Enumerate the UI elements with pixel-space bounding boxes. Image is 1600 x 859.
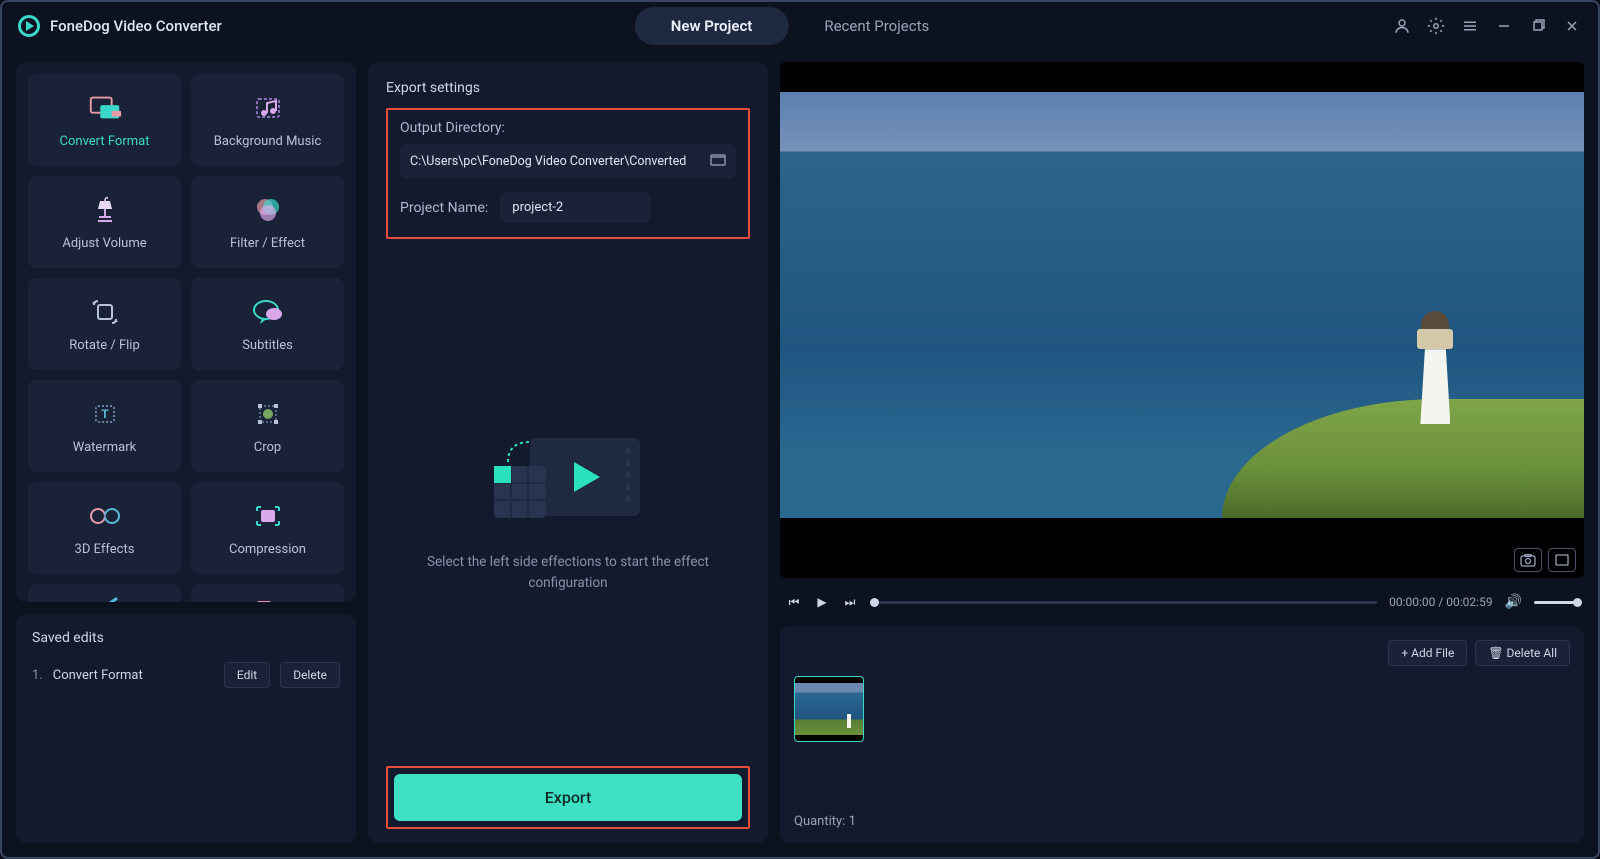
files-panel: + Add File 🗑 Delete All Quantity: 1: [780, 626, 1584, 843]
menu-icon[interactable]: [1460, 16, 1480, 36]
tool-convert-format[interactable]: Convert Format: [28, 74, 181, 166]
app-logo: FoneDog Video Converter: [18, 15, 222, 37]
output-directory-input[interactable]: [410, 154, 710, 169]
browse-folder-icon[interactable]: [710, 152, 726, 170]
project-name-input[interactable]: [500, 192, 650, 223]
filter-effect-icon: [250, 194, 286, 226]
saved-item-name: Convert Format: [53, 668, 214, 683]
background-music-icon: [250, 92, 286, 124]
placeholder-graphic: [478, 422, 658, 532]
export-highlight: Export: [386, 766, 750, 829]
watermark-icon: T: [87, 398, 123, 430]
svg-text:T: T: [101, 407, 109, 421]
tool-label: Compression: [229, 542, 306, 557]
close-button[interactable]: [1562, 16, 1582, 36]
3d-effects-icon: [87, 500, 123, 532]
tool-label: Crop: [254, 440, 281, 455]
saved-item-num: 1.: [32, 668, 43, 683]
tool-partial-1[interactable]: [28, 584, 181, 602]
delete-button[interactable]: Delete: [280, 662, 340, 688]
tool-filter-effect[interactable]: Filter / Effect: [191, 176, 344, 268]
tool-label: Adjust Volume: [62, 236, 146, 251]
user-icon[interactable]: [1392, 16, 1412, 36]
tool-partial-2[interactable]: [191, 584, 344, 602]
saved-edits-title: Saved edits: [32, 630, 340, 646]
rotate-flip-icon: [87, 296, 123, 328]
instruction-text: Select the left side effections to start…: [418, 552, 718, 593]
tool-3d-effects[interactable]: 3D Effects: [28, 482, 181, 574]
logo-icon: [18, 15, 40, 37]
fullscreen-icon[interactable]: [1548, 548, 1576, 572]
output-directory-label: Output Directory:: [400, 120, 736, 136]
partial-icon: [250, 592, 286, 602]
main-tabs: New Project Recent Projects: [635, 7, 965, 45]
add-file-button[interactable]: + Add File: [1388, 640, 1467, 666]
tool-adjust-volume[interactable]: Adjust Volume: [28, 176, 181, 268]
tool-label: Filter / Effect: [230, 236, 305, 251]
subtitles-icon: [250, 296, 286, 328]
adjust-volume-icon: [87, 194, 123, 226]
tool-label: 3D Effects: [75, 542, 135, 557]
saved-edits-panel: Saved edits 1. Convert Format Edit Delet…: [16, 614, 356, 843]
seek-bar[interactable]: [870, 601, 1377, 604]
tool-label: Subtitles: [242, 338, 293, 353]
partial-icon: [87, 592, 123, 602]
next-button[interactable]: ⏭: [842, 595, 858, 610]
crop-icon: [250, 398, 286, 430]
tool-subtitles[interactable]: Subtitles: [191, 278, 344, 370]
convert-format-icon: [87, 92, 123, 124]
volume-slider[interactable]: [1534, 601, 1578, 604]
volume-icon[interactable]: 🔊: [1505, 594, 1522, 610]
player-controls: ⏮ ▶ ⏭ 00:00:00 / 00:02:59 🔊: [780, 590, 1584, 614]
app-title: FoneDog Video Converter: [50, 17, 222, 35]
saved-edit-row: 1. Convert Format Edit Delete: [32, 662, 340, 688]
tab-new-project[interactable]: New Project: [635, 7, 789, 45]
file-thumbnail[interactable]: [794, 676, 864, 742]
screenshot-icon[interactable]: [1514, 548, 1542, 572]
export-settings-panel: Export settings Output Directory: Projec…: [368, 62, 768, 843]
export-settings-title: Export settings: [386, 80, 750, 96]
compression-icon: [250, 500, 286, 532]
tool-watermark[interactable]: T Watermark: [28, 380, 181, 472]
delete-all-button[interactable]: 🗑 Delete All: [1475, 640, 1570, 666]
tool-label: Background Music: [214, 134, 322, 149]
time-display: 00:00:00 / 00:02:59: [1389, 595, 1492, 609]
tool-crop[interactable]: Crop: [191, 380, 344, 472]
tool-label: Rotate / Flip: [69, 338, 140, 353]
tool-compression[interactable]: Compression: [191, 482, 344, 574]
export-button[interactable]: Export: [394, 774, 742, 821]
video-frame: [780, 92, 1584, 518]
center-illustration: Select the left side effections to start…: [386, 249, 750, 766]
output-settings-highlight: Output Directory: Project Name:: [386, 108, 750, 239]
quantity-label: Quantity: 1: [794, 814, 1570, 829]
tools-panel: Convert Format Background Music Adjust V…: [16, 62, 356, 602]
tool-background-music[interactable]: Background Music: [191, 74, 344, 166]
tab-recent-projects[interactable]: Recent Projects: [788, 7, 965, 45]
tool-label: Convert Format: [60, 134, 150, 149]
prev-button[interactable]: ⏮: [786, 595, 802, 610]
tool-rotate-flip[interactable]: Rotate / Flip: [28, 278, 181, 370]
minimize-button[interactable]: [1494, 16, 1514, 36]
play-button[interactable]: ▶: [814, 595, 830, 609]
edit-button[interactable]: Edit: [224, 662, 270, 688]
settings-icon[interactable]: [1426, 16, 1446, 36]
tool-label: Watermark: [73, 440, 136, 455]
video-preview[interactable]: [780, 62, 1584, 578]
project-name-label: Project Name:: [400, 200, 488, 216]
titlebar: FoneDog Video Converter New Project Rece…: [2, 2, 1598, 50]
maximize-button[interactable]: [1528, 16, 1548, 36]
